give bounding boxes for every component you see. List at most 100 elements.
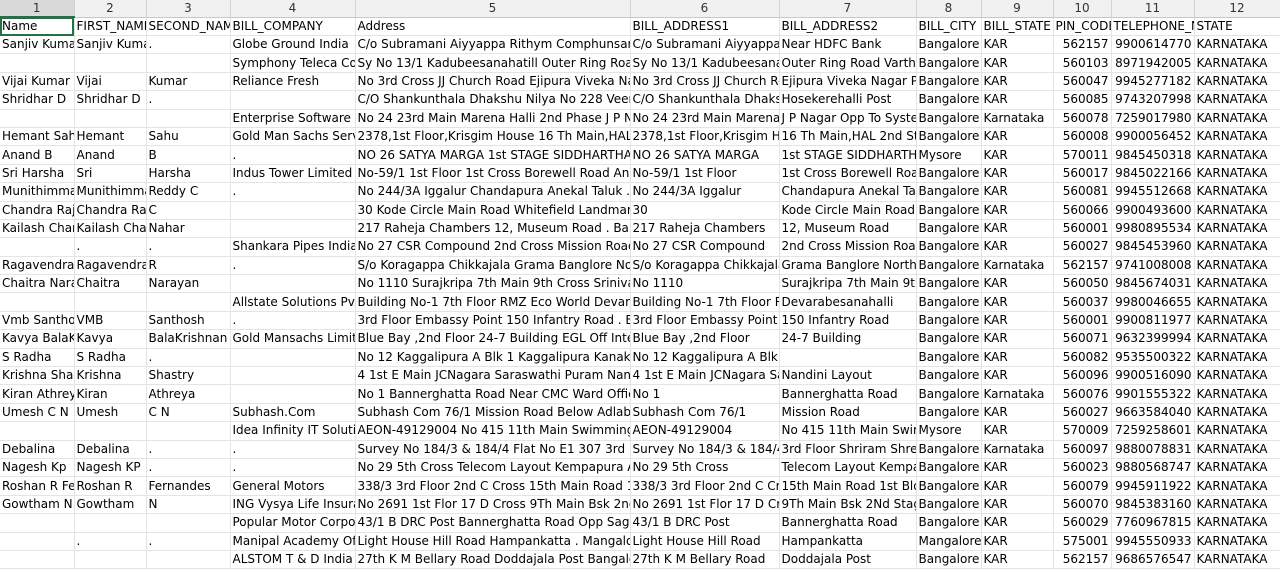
cell[interactable]: 150 Infantry Road <box>779 311 917 331</box>
cell[interactable]: 570009 <box>1053 421 1112 441</box>
cell[interactable]: Athreya <box>146 384 231 404</box>
cell[interactable]: Bangalore <box>916 219 982 239</box>
cell[interactable]: 27th K M Bellary Road Doddajala Post Ban… <box>355 550 631 570</box>
cell[interactable]: Manipal Academy Of Higher <box>230 532 356 551</box>
cell[interactable]: Bangalore <box>916 292 982 312</box>
cell[interactable]: Ejipura Viveka Nagar Post <box>779 72 917 92</box>
cell[interactable]: . <box>230 256 356 276</box>
cell[interactable]: KARNATAKA <box>1194 311 1280 331</box>
cell[interactable]: C/o Subramani Aiyyappa Rithym <box>630 35 780 55</box>
cell[interactable]: 560008 <box>1053 127 1112 147</box>
cell[interactable]: 30 <box>630 201 780 220</box>
cell[interactable]: Bangalore <box>916 513 982 533</box>
cell[interactable]: . <box>146 440 231 459</box>
cell[interactable]: 562157 <box>1053 550 1112 570</box>
cell[interactable]: Narayan <box>146 274 231 294</box>
cell[interactable] <box>146 109 231 128</box>
cell[interactable]: Building No-1 7th Floor RMZ Eco World De… <box>355 292 631 312</box>
column-header[interactable]: 7 <box>779 0 917 18</box>
cell[interactable]: Reliance Fresh <box>230 72 356 92</box>
cell[interactable]: Shastry <box>146 366 231 386</box>
cell[interactable]: Mysore <box>916 421 982 441</box>
cell[interactable]: Bangalore <box>916 90 982 110</box>
cell[interactable] <box>230 201 356 220</box>
cell[interactable]: Bangalore <box>916 53 982 73</box>
cell[interactable]: Karnataka <box>981 109 1054 128</box>
cell[interactable]: KARNATAKA <box>1194 421 1280 441</box>
column-header[interactable]: 12 <box>1194 0 1280 18</box>
cell[interactable]: Light House Hill Road Hampankatta . Mang… <box>355 532 631 551</box>
cell[interactable]: 9900056452 <box>1111 127 1195 147</box>
cell[interactable]: Surajkripa 7th Main 9th <box>779 274 917 294</box>
cell[interactable]: Fernandes <box>146 476 231 496</box>
cell[interactable]: Bangalore <box>916 440 982 459</box>
cell[interactable]: KARNATAKA <box>1194 366 1280 386</box>
cell[interactable]: KARNATAKA <box>1194 329 1280 349</box>
cell[interactable]: KARNATAKA <box>1194 384 1280 404</box>
cell[interactable] <box>146 292 231 312</box>
cell[interactable]: Chaitra <box>74 274 147 294</box>
cell[interactable]: 560096 <box>1053 366 1112 386</box>
cell[interactable]: KARNATAKA <box>1194 53 1280 73</box>
cell[interactable]: Bangalore <box>916 72 982 92</box>
cell[interactable]: KARNATAKA <box>1194 403 1280 423</box>
cell[interactable]: KARNATAKA <box>1194 495 1280 515</box>
cell[interactable]: Sahu <box>146 127 231 147</box>
cell[interactable] <box>146 550 231 570</box>
cell[interactable]: 9901555322 <box>1111 384 1195 404</box>
cell[interactable]: Anand <box>74 145 147 165</box>
cell[interactable]: KAR <box>981 53 1054 73</box>
cell[interactable]: Hosekerehalli Post <box>779 90 917 110</box>
cell[interactable]: Vijai <box>74 72 147 92</box>
cell[interactable]: 560085 <box>1053 90 1112 110</box>
cell[interactable]: Anand B <box>0 145 75 165</box>
cell[interactable]: No 1110 Surajkripa 7th Main 9th Cross Sr… <box>355 274 631 294</box>
cell[interactable]: Nagesh Kp <box>0 458 75 478</box>
cell[interactable]: No 24 23rd Main Marena Halli 2nd Phase J… <box>355 109 631 128</box>
cell[interactable]: Name <box>0 17 75 36</box>
cell[interactable]: BILL_ADDRESS2 <box>779 17 917 36</box>
cell[interactable]: Bangalore <box>916 201 982 220</box>
cell[interactable]: Harsha <box>146 164 231 184</box>
cell[interactable]: BILL_COMPANY <box>230 17 356 36</box>
cell[interactable]: . <box>146 35 231 55</box>
cell[interactable]: Krishna Shastry <box>0 366 75 386</box>
cell[interactable]: 9743207998 <box>1111 90 1195 110</box>
cell[interactable] <box>0 532 75 551</box>
cell[interactable]: Umesh C N <box>0 403 75 423</box>
cell[interactable]: KAR <box>981 219 1054 239</box>
cell[interactable]: Gold Mansachs Limited <box>230 329 356 349</box>
cell[interactable]: Kavya BalaKrishnan <box>0 329 75 349</box>
cell[interactable]: Subhash.Com <box>230 403 356 423</box>
column-header[interactable]: 4 <box>230 0 356 18</box>
cell[interactable]: AEON-49129004 No 415 11th Main Swimming … <box>355 421 631 441</box>
column-header[interactable]: 8 <box>916 0 982 18</box>
column-header[interactable]: 5 <box>355 0 631 18</box>
cell[interactable]: 8971942005 <box>1111 53 1195 73</box>
column-header[interactable]: 10 <box>1053 0 1112 18</box>
cell[interactable]: Shridhar D <box>74 90 147 110</box>
cell[interactable]: 560050 <box>1053 274 1112 294</box>
cell[interactable]: Bangalore <box>916 384 982 404</box>
cell[interactable]: 560071 <box>1053 329 1112 349</box>
cell[interactable]: No-59/1 1st Floor <box>630 164 780 184</box>
cell[interactable]: . <box>146 458 231 478</box>
cell[interactable]: Subhash Com 76/1 Mission Road Below Adla… <box>355 403 631 423</box>
cell[interactable]: C <box>146 201 231 220</box>
cell[interactable] <box>74 421 147 441</box>
cell[interactable] <box>230 90 356 110</box>
column-header[interactable]: 11 <box>1111 0 1195 18</box>
cell[interactable]: AEON-49129004 <box>630 421 780 441</box>
cell[interactable]: 9880078831 <box>1111 440 1195 459</box>
cell[interactable]: KARNATAKA <box>1194 145 1280 165</box>
cell[interactable]: KARNATAKA <box>1194 476 1280 496</box>
cell[interactable]: KAR <box>981 90 1054 110</box>
cell[interactable]: KAR <box>981 550 1054 570</box>
cell[interactable]: Nahar <box>146 219 231 239</box>
cell[interactable]: . <box>230 440 356 459</box>
cell[interactable]: 9845450318 <box>1111 145 1195 165</box>
cell[interactable]: BILL_CITY <box>916 17 982 36</box>
cell[interactable]: Bangalore <box>916 237 982 257</box>
cell[interactable]: KAR <box>981 329 1054 349</box>
cell[interactable]: 9845022166 <box>1111 164 1195 184</box>
